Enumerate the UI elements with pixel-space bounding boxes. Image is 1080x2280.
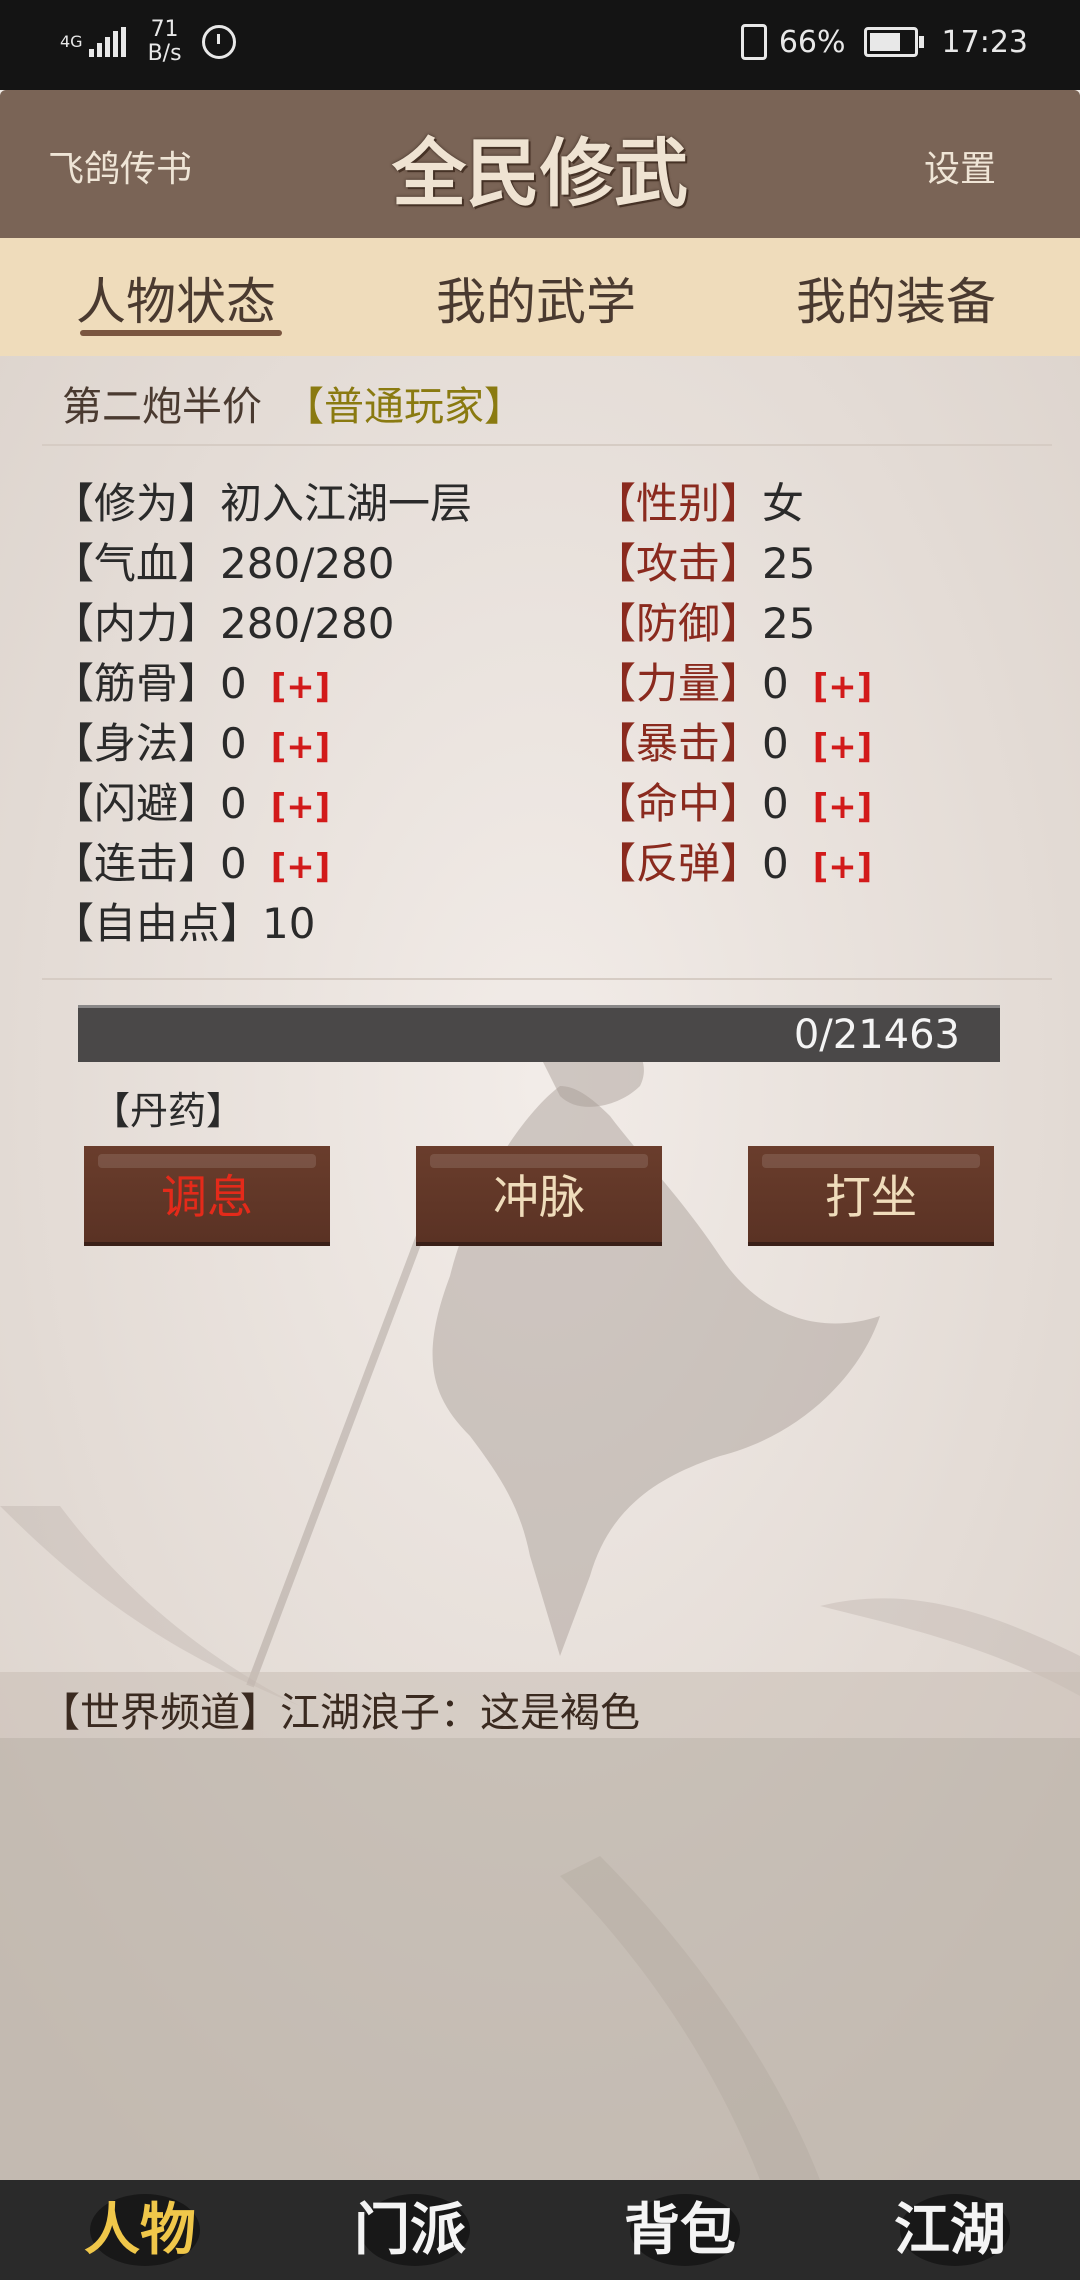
add-reflect-button[interactable]: [+] <box>813 847 873 887</box>
button-label: 调息 <box>161 1170 253 1224</box>
add-agility-button[interactable]: [+] <box>271 727 331 767</box>
meditate-button[interactable]: 打坐 <box>748 1146 994 1242</box>
add-combo-button[interactable]: [+] <box>271 847 331 887</box>
stat-label: 【筋骨】 <box>52 659 221 708</box>
nav-label: 背包 <box>624 2197 736 2263</box>
stat-internal-power: 【内力】280/280 <box>52 590 395 651</box>
nav-backpack[interactable]: 背包 <box>580 2190 780 2270</box>
tab-character-status[interactable]: 人物状态 <box>76 262 276 334</box>
stat-defense: 【防御】25 <box>594 590 815 651</box>
status-bar: 4G 71 B/s 66% 17:23 <box>0 0 1080 90</box>
rest-button[interactable]: 调息 <box>84 1146 330 1242</box>
stat-attack: 【攻击】25 <box>594 530 815 591</box>
stat-label: 【修为】 <box>52 479 221 528</box>
stat-agility: 【身法】0 [+] <box>52 710 330 771</box>
stat-value: 0 <box>762 839 789 888</box>
divider <box>42 978 1052 980</box>
stat-label: 【性别】 <box>594 479 763 528</box>
stat-label: 【连击】 <box>52 839 221 888</box>
vibrate-icon <box>740 24 767 60</box>
add-strength-button[interactable]: [+] <box>813 667 873 707</box>
stat-reflect: 【反弹】0 [+] <box>594 830 872 891</box>
meridian-button[interactable]: 冲脉 <box>416 1146 662 1242</box>
world-channel-message: 【世界频道】江湖浪子：这是褐色 <box>40 1690 640 1736</box>
stat-critical: 【暴击】0 [+] <box>594 710 872 771</box>
world-channel-bar[interactable]: 【世界频道】江湖浪子：这是褐色 <box>0 1672 1080 1738</box>
stat-cultivation: 【修为】初入江湖一层 <box>52 470 472 531</box>
stat-value: 女 <box>762 479 805 528</box>
clock: 17:23 <box>941 24 1028 60</box>
stat-accuracy: 【命中】0 [+] <box>594 770 872 831</box>
tab-bar: 人物状态 我的武学 我的装备 <box>0 238 1080 356</box>
stat-label: 【自由点】 <box>52 899 263 948</box>
progress-text: 0/21463 <box>793 1012 960 1058</box>
signal-icon <box>88 27 126 57</box>
stat-value: 0 <box>220 779 247 828</box>
bottom-navigation: 人物 门派 背包 江湖 <box>0 2180 1080 2280</box>
stat-constitution: 【筋骨】0 [+] <box>52 650 330 711</box>
speed-value: 71 <box>150 17 179 42</box>
active-tab-indicator <box>80 330 282 336</box>
stat-value: 0 <box>762 659 789 708</box>
app-header: 飞鸽传书 全民修武 设置 <box>0 90 1080 238</box>
stat-combo: 【连击】0 [+] <box>52 830 330 891</box>
stat-label: 【力量】 <box>594 659 763 708</box>
stat-hp: 【气血】280/280 <box>52 530 395 591</box>
battery-icon <box>863 27 924 57</box>
player-type-badge: 【普通玩家】 <box>284 384 524 430</box>
button-label: 打坐 <box>825 1170 917 1224</box>
stat-value: 0 <box>762 779 789 828</box>
stat-dodge: 【闪避】0 [+] <box>52 770 330 831</box>
add-accuracy-button[interactable]: [+] <box>813 787 873 827</box>
nav-sect[interactable]: 门派 <box>310 2190 510 2270</box>
stat-label: 【闪避】 <box>52 779 221 828</box>
stat-label: 【暴击】 <box>594 719 763 768</box>
network-type: 4G <box>60 32 83 51</box>
stat-value: 280/280 <box>220 539 395 588</box>
settings-button[interactable]: 设置 <box>924 140 996 192</box>
speed-unit: B/s <box>147 41 182 66</box>
stat-label: 【内力】 <box>52 599 221 648</box>
player-info: 第二炮半价 【普通玩家】 <box>62 374 524 432</box>
nav-label: 门派 <box>354 2197 466 2263</box>
add-dodge-button[interactable]: [+] <box>271 787 331 827</box>
stat-value: 初入江湖一层 <box>220 479 473 528</box>
chat-area <box>0 1738 1080 2180</box>
stat-value: 0 <box>220 719 247 768</box>
stat-gender: 【性别】女 <box>594 470 804 531</box>
stat-value: 0 <box>220 659 247 708</box>
stat-free-points: 【自由点】10 <box>52 890 315 951</box>
nav-character[interactable]: 人物 <box>40 2190 240 2270</box>
stat-value: 25 <box>762 539 816 588</box>
stat-label: 【攻击】 <box>594 539 763 588</box>
app-title: 全民修武 <box>392 131 688 217</box>
player-name: 第二炮半价 <box>62 384 262 430</box>
stat-value: 0 <box>762 719 789 768</box>
stat-label: 【身法】 <box>52 719 221 768</box>
add-constitution-button[interactable]: [+] <box>271 667 331 707</box>
stat-value: 0 <box>220 839 247 888</box>
stat-value: 25 <box>762 599 816 648</box>
stat-value: 280/280 <box>220 599 395 648</box>
button-label: 冲脉 <box>493 1170 585 1224</box>
nav-label: 江湖 <box>894 2197 1006 2263</box>
divider <box>42 444 1052 446</box>
tab-my-equipment[interactable]: 我的装备 <box>796 262 996 334</box>
elixir-label: 【丹药】 <box>92 1089 245 1133</box>
timer-icon <box>201 25 236 59</box>
stat-strength: 【力量】0 [+] <box>594 650 872 711</box>
experience-progress-bar: 0/21463 <box>78 1005 1000 1062</box>
tab-my-martial-arts[interactable]: 我的武学 <box>436 262 636 334</box>
stat-label: 【气血】 <box>52 539 221 588</box>
nav-jianghu[interactable]: 江湖 <box>850 2190 1050 2270</box>
battery-percent: 66% <box>778 24 846 60</box>
stat-label: 【命中】 <box>594 779 763 828</box>
stat-label: 【反弹】 <box>594 839 763 888</box>
network-speed: 71 B/s <box>148 18 182 66</box>
stat-value: 10 <box>262 899 316 948</box>
stat-label: 【防御】 <box>594 599 763 648</box>
nav-label: 人物 <box>84 2197 196 2263</box>
add-critical-button[interactable]: [+] <box>813 727 873 767</box>
